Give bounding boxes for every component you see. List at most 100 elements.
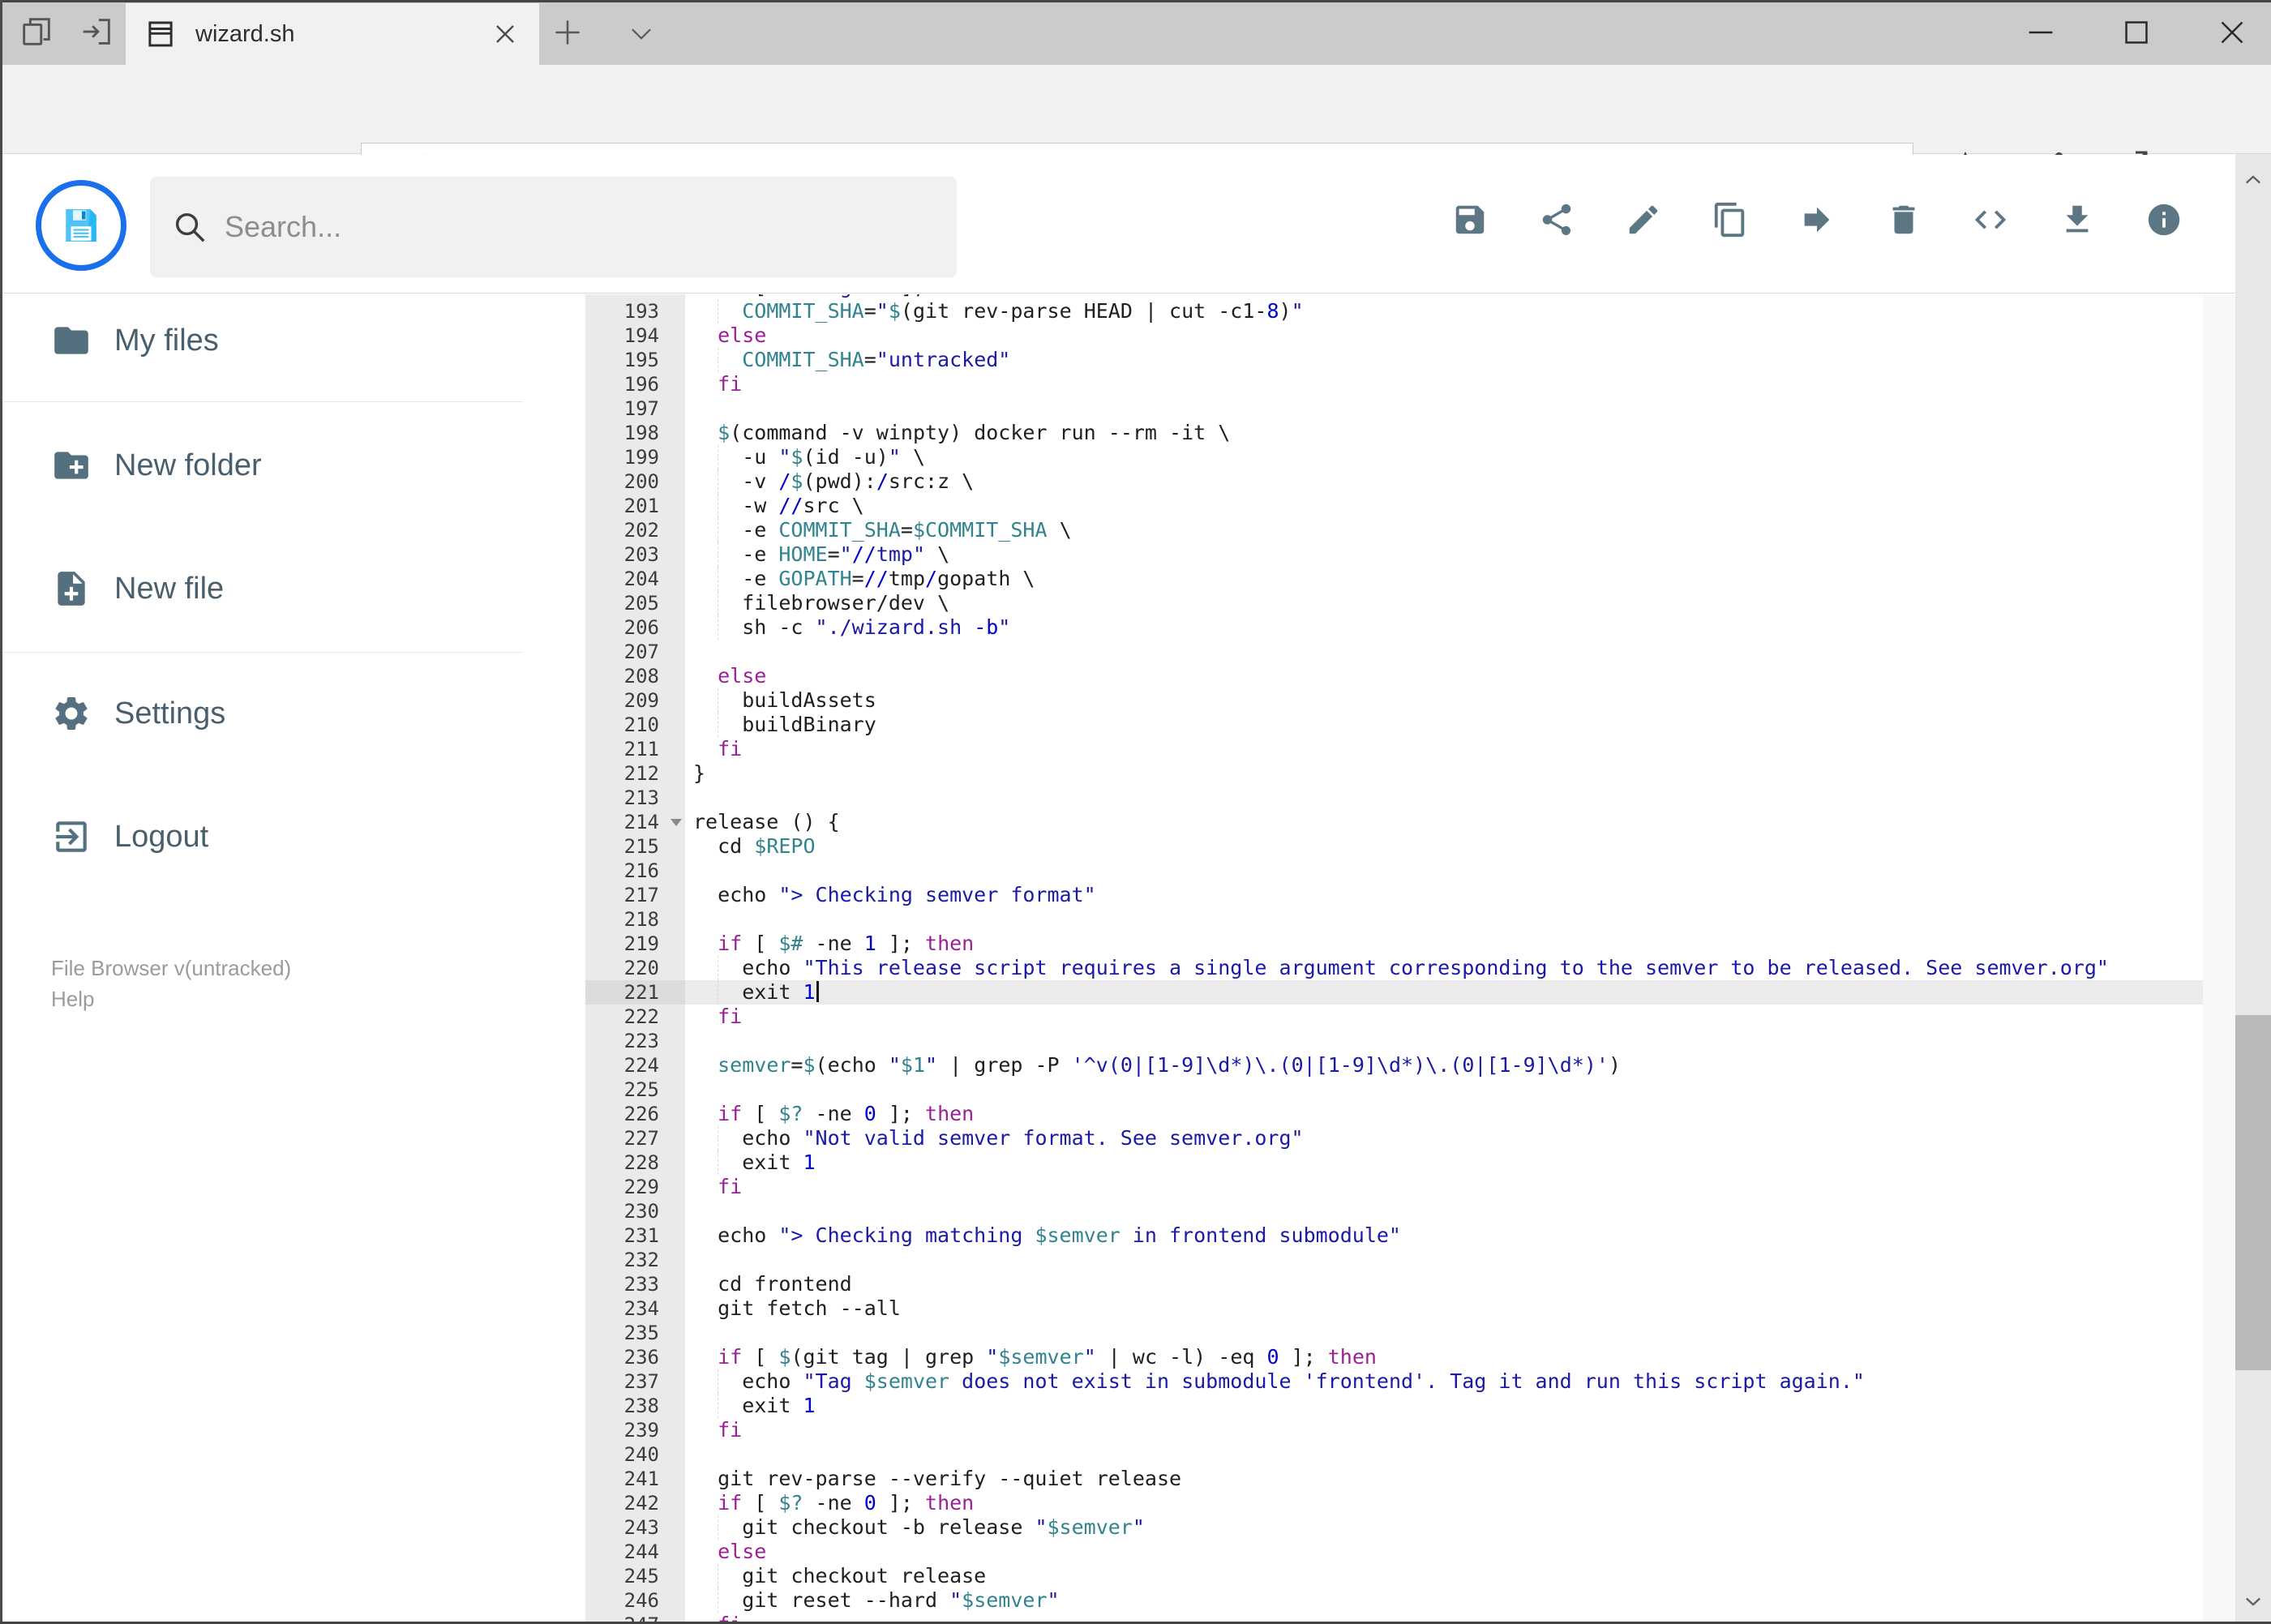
code-line-text[interactable]: fi [685,1175,2203,1199]
code-line-text[interactable]: echo "> Checking semver format" [685,883,2203,907]
code-editor[interactable]: 192 if [ -d ".git" ]; then193 COMMIT_SHA… [585,294,2235,1624]
code-line[interactable]: 244 else [585,1540,2203,1564]
code-line-text[interactable]: echo "Tag $semver does not exist in subm… [685,1369,2203,1394]
copy-button[interactable] [1712,201,1749,238]
code-line[interactable]: 220 echo "This release script requires a… [585,956,2203,980]
code-line-text[interactable]: exit 1 [685,1394,2203,1418]
code-line-text[interactable]: fi [685,737,2203,761]
code-line[interactable]: 210 buildBinary [585,713,2203,737]
code-line-text[interactable]: -e GOPATH=//tmp/gopath \ [685,567,2203,591]
code-line[interactable]: 207 [585,640,2203,664]
code-line-text[interactable]: fi [685,372,2203,396]
code-line-text[interactable]: if [ $? -ne 0 ]; then [685,1102,2203,1126]
code-line[interactable]: 230 [585,1199,2203,1223]
code-line[interactable]: 203 -e HOME="//tmp" \ [585,542,2203,567]
code-line[interactable]: 218 [585,907,2203,932]
maximize-button[interactable] [2114,10,2159,55]
code-line[interactable]: 243 git checkout -b release "$semver" [585,1515,2203,1540]
code-line-text[interactable]: git checkout -b release "$semver" [685,1515,2203,1540]
page-scrollbar[interactable] [2235,154,2271,1624]
set-tabs-aside-icon[interactable] [78,13,115,50]
sidebar-item-new-folder[interactable]: New folder [51,441,262,490]
code-line-text[interactable]: exit 1 [685,980,2203,1005]
tab-list-chevron-icon[interactable] [626,18,657,49]
code-line-text[interactable]: git rev-parse --verify --quiet release [685,1467,2203,1491]
code-line[interactable]: 215 cd $REPO [585,834,2203,859]
sidebar-item-settings[interactable]: Settings [51,689,225,738]
code-line[interactable]: 222 fi [585,1005,2203,1029]
code-line-text[interactable]: echo "> Checking matching $semver in fro… [685,1223,2203,1248]
edit-button[interactable] [1625,201,1662,238]
code-line[interactable]: 206 sh -c "./wizard.sh -b" [585,615,2203,640]
code-line-text[interactable] [685,1078,2203,1102]
code-line[interactable]: 200 -v /$(pwd):/src:z \ [585,469,2203,494]
code-line[interactable]: 227 echo "Not valid semver format. See s… [585,1126,2203,1151]
code-line[interactable]: 234 git fetch --all [585,1296,2203,1321]
code-line[interactable]: 232 [585,1248,2203,1272]
code-line[interactable]: 201 -w //src \ [585,494,2203,518]
code-line[interactable]: 229 fi [585,1175,2203,1199]
code-line[interactable]: 208 else [585,664,2203,688]
code-line[interactable]: 226 if [ $? -ne 0 ]; then [585,1102,2203,1126]
code-line[interactable]: 214 release () { [585,810,2203,834]
code-line[interactable]: 241 git rev-parse --verify --quiet relea… [585,1467,2203,1491]
code-line-text[interactable] [685,786,2203,810]
code-line[interactable]: 224 semver=$(echo "$1" | grep -P '^v(0|[… [585,1053,2203,1078]
search-box[interactable]: Search... [150,177,957,277]
code-line-text[interactable]: COMMIT_SHA="$(git rev-parse HEAD | cut -… [685,299,2203,324]
code-line[interactable]: 204 -e GOPATH=//tmp/gopath \ [585,567,2203,591]
code-line[interactable]: 238 exit 1 [585,1394,2203,1418]
code-line[interactable]: 211 fi [585,737,2203,761]
code-line-text[interactable]: echo "This release script requires a sin… [685,956,2203,980]
code-line[interactable]: 219 if [ $# -ne 1 ]; then [585,932,2203,956]
code-line[interactable]: 195 COMMIT_SHA="untracked" [585,348,2203,372]
tab-preview-icon[interactable] [18,13,55,50]
code-line-text[interactable] [685,907,2203,932]
code-line[interactable]: 196 fi [585,372,2203,396]
share-button[interactable] [1538,201,1575,238]
scrollbar-thumb[interactable] [2235,1015,2271,1370]
code-line-text[interactable]: sh -c "./wizard.sh -b" [685,615,2203,640]
close-window-button[interactable] [2209,10,2255,55]
code-line-text[interactable] [685,1029,2203,1053]
info-button[interactable] [2145,201,2183,238]
code-line-text[interactable]: -e COMMIT_SHA=$COMMIT_SHA \ [685,518,2203,542]
code-line-text[interactable]: if [ $? -ne 0 ]; then [685,1491,2203,1515]
scroll-down-icon[interactable] [2242,1590,2265,1613]
code-line[interactable]: 223 [585,1029,2203,1053]
code-line-text[interactable]: fi [685,1418,2203,1442]
code-line-text[interactable]: $(command -v winpty) docker run --rm -it… [685,421,2203,445]
code-line[interactable]: 235 [585,1321,2203,1345]
code-line-text[interactable] [685,640,2203,664]
code-line[interactable]: 239 fi [585,1418,2203,1442]
code-line[interactable]: 197 [585,396,2203,421]
code-line-text[interactable]: -v /$(pwd):/src:z \ [685,469,2203,494]
move-button[interactable] [1798,201,1836,238]
sidebar-item-logout[interactable]: Logout [51,812,208,861]
code-line-text[interactable]: buildAssets [685,688,2203,713]
code-line[interactable]: 233 cd frontend [585,1272,2203,1296]
code-line-text[interactable]: semver=$(echo "$1" | grep -P '^v(0|[1-9]… [685,1053,2203,1078]
code-view-button[interactable] [1972,201,2009,238]
code-line-text[interactable]: COMMIT_SHA="untracked" [685,348,2203,372]
code-line[interactable]: 205 filebrowser/dev \ [585,591,2203,615]
sidebar-item-new-file[interactable]: New file [51,564,224,613]
scroll-up-icon[interactable] [2242,169,2265,191]
code-line-text[interactable]: if [ $(git tag | grep "$semver" | wc -l)… [685,1345,2203,1369]
code-line-text[interactable] [685,1442,2203,1467]
code-line-text[interactable] [685,1248,2203,1272]
code-line-text[interactable]: echo "Not valid semver format. See semve… [685,1126,2203,1151]
code-line-text[interactable]: git fetch --all [685,1296,2203,1321]
code-line-text[interactable]: else [685,1540,2203,1564]
code-line-text[interactable]: else [685,324,2203,348]
new-tab-button[interactable] [550,15,585,50]
code-line-text[interactable] [685,1321,2203,1345]
code-line-text[interactable]: cd frontend [685,1272,2203,1296]
code-line-text[interactable]: -u "$(id -u)" \ [685,445,2203,469]
code-line[interactable]: 228 exit 1 [585,1151,2203,1175]
code-line[interactable]: 216 [585,859,2203,883]
code-line[interactable]: 194 else [585,324,2203,348]
code-line-text[interactable] [685,1199,2203,1223]
code-line[interactable]: 245 git checkout release [585,1564,2203,1588]
help-link[interactable]: Help [51,983,291,1014]
